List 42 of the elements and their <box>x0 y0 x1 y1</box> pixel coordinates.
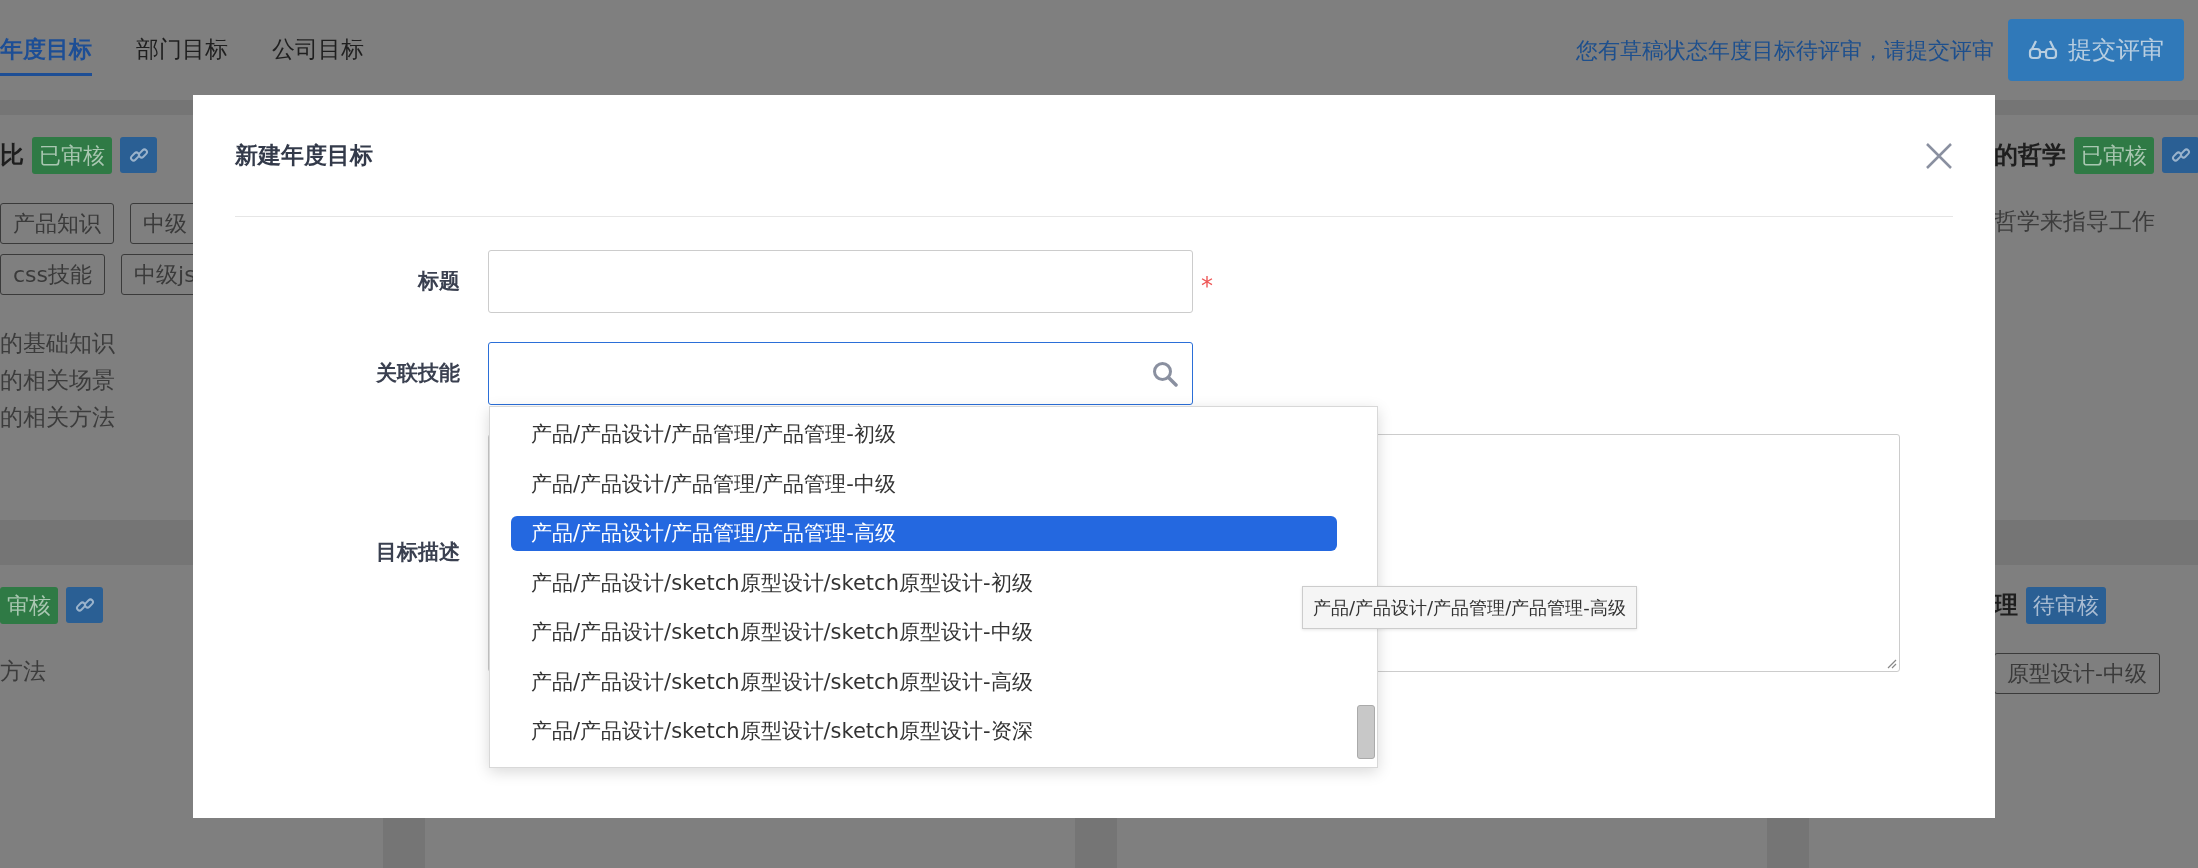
scrollbar-thumb[interactable] <box>1357 705 1375 759</box>
field-label: 关联技能 <box>375 359 460 387</box>
card-title: 比 <box>0 140 24 171</box>
status-badge: 已审核 <box>2074 136 2154 174</box>
card-text: 哲学来指导工作 <box>1994 207 2156 236</box>
dropdown-option[interactable]: 产品/产品设计/产品管理/产品管理-中级 <box>511 466 1337 502</box>
field-label: 标题 <box>416 267 460 295</box>
status-badge: 审核 <box>0 586 58 624</box>
dropdown-option[interactable]: 产品/产品设计/产品管理/产品管理-初级 <box>511 417 1337 452</box>
nav-tab[interactable]: 部门目标 <box>136 24 228 76</box>
notice-text: 您有草稿状态年度目标待评审，请提交评审 <box>1576 36 1994 65</box>
search-icon <box>1152 360 1178 387</box>
required-mark: * <box>1201 270 1213 302</box>
input-field[interactable] <box>488 250 1193 313</box>
link-icon <box>2170 145 2191 165</box>
link-icon <box>74 595 95 615</box>
dropdown-option[interactable]: 产品/产品设计/产品管理/产品管理-高级 <box>511 516 1337 551</box>
glasses-icon <box>2028 39 2058 61</box>
dropdown-option[interactable]: 产品/产品设计/sketch原型设计/sketch原型设计-高级 <box>511 664 1337 700</box>
status-badge: 已审核 <box>32 136 112 174</box>
skill-tag: css技能 <box>0 254 106 295</box>
nav-tab[interactable]: 公司目标 <box>272 24 364 76</box>
link-button[interactable] <box>120 137 157 173</box>
dropdown-option[interactable]: 产品/产品设计/sketch原型设计/sketch原型设计-资深 <box>511 714 1337 749</box>
close-button[interactable] <box>1925 141 1953 170</box>
card-title: 的哲学 <box>1994 140 2066 171</box>
link-button[interactable] <box>2162 137 2198 173</box>
resize-grip-icon <box>1885 657 1897 669</box>
close-icon <box>1925 141 1953 170</box>
card-text: 的相关方法 <box>0 403 116 432</box>
status-badge: 待审核 <box>2026 586 2106 624</box>
card-text: 的相关场景 <box>0 366 116 395</box>
card-text: 的基础知识 <box>0 329 116 358</box>
link-icon <box>128 145 149 165</box>
skill-tag: 产品知识 <box>0 203 114 244</box>
card-title: 理 <box>1994 590 2018 621</box>
card-text: 方法 <box>0 657 47 686</box>
link-button[interactable] <box>66 587 103 623</box>
search-field[interactable] <box>488 342 1193 405</box>
dialog-title: 新建年度目标 <box>235 141 373 171</box>
tooltip: 产品/产品设计/产品管理/产品管理-高级 <box>1302 586 1637 629</box>
field-label: 目标描述 <box>375 539 460 567</box>
